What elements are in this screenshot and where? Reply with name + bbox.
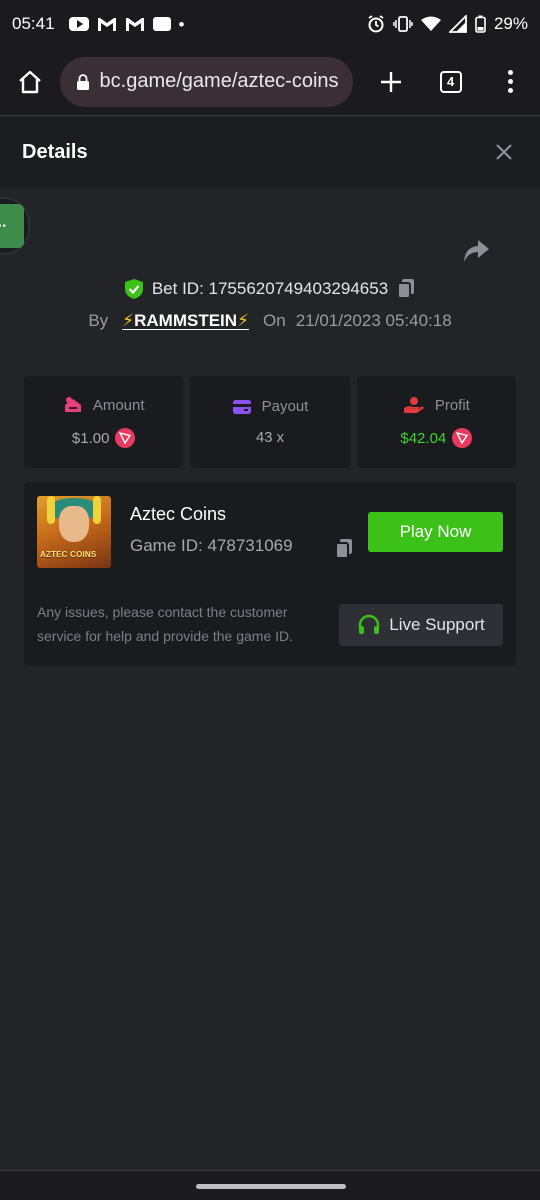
battery-percent: 29%	[493, 14, 528, 33]
gesture-handle[interactable]	[196, 1184, 346, 1189]
support-notice: Any issues, please contact the customer …	[37, 604, 294, 644]
amount-icon	[64, 397, 81, 412]
bet-id-row: Bet ID: 1755620749403294653	[0, 274, 540, 304]
new-tab-button[interactable]	[361, 48, 421, 116]
square-app-icon	[152, 17, 171, 31]
username-link[interactable]: ⚡RAMMSTEIN⚡	[122, 311, 249, 331]
tron-coin-icon	[452, 428, 473, 448]
thumbnail-label: AZTEC COINS	[40, 550, 97, 559]
stat-value: $1.00	[71, 429, 110, 447]
gmail-icon	[125, 18, 144, 31]
stat-label: Profit	[434, 396, 470, 414]
youtube-icon	[68, 17, 89, 31]
headset-icon	[359, 614, 380, 634]
bet-stats: Amount $1.00 Payout 43 x Profit $42.04	[24, 376, 516, 468]
play-now-button[interactable]: Play Now	[368, 512, 503, 552]
by-label: By	[88, 311, 109, 330]
gmail-icon	[97, 18, 116, 31]
status-time: 05:41	[12, 14, 55, 33]
profit-hand-icon	[403, 397, 424, 413]
stat-value: $42.04	[400, 429, 447, 447]
on-label: On	[263, 311, 286, 330]
close-icon	[496, 144, 512, 160]
home-button[interactable]	[0, 48, 60, 116]
bet-date: 21/01/2023 05:40:18	[295, 311, 452, 330]
dot-icon: •	[178, 14, 185, 34]
game-card: AZTEC COINS Aztec Coins Game ID: 4787310…	[24, 482, 516, 666]
system-nav-bar	[0, 1170, 540, 1200]
bet-id: Bet ID: 1755620749403294653	[151, 279, 389, 298]
stat-payout: Payout 43 x	[190, 376, 350, 468]
avatar[interactable]: ••	[0, 197, 30, 255]
stat-label: Amount	[92, 396, 145, 414]
wifi-icon	[420, 16, 441, 31]
details-header: Details	[0, 117, 540, 187]
tab-count: 4	[439, 70, 462, 93]
home-icon	[18, 70, 41, 93]
tron-coin-icon	[115, 428, 136, 448]
status-bar: 05:41 • 29%	[0, 0, 540, 48]
details-title: Details	[22, 140, 88, 163]
stat-amount: Amount $1.00	[24, 376, 184, 468]
more-vert-icon	[507, 70, 513, 93]
live-support-label: Live Support	[389, 615, 485, 634]
payout-card-icon	[232, 399, 251, 414]
game-name: Aztec Coins	[130, 504, 227, 524]
alarm-icon	[368, 15, 384, 33]
share-icon	[464, 240, 489, 262]
url-bar[interactable]: bc.game/game/aztec-coins	[59, 56, 354, 107]
signal-icon	[448, 15, 467, 33]
stat-profit: Profit $42.04	[356, 376, 516, 468]
share-button[interactable]	[462, 238, 490, 266]
game-id: Game ID: 478731069	[130, 536, 293, 555]
verified-shield-icon	[124, 279, 143, 299]
browser-toolbar: bc.game/game/aztec-coins 4	[0, 48, 540, 116]
stat-value: 43 x	[255, 429, 285, 446]
copy-icon[interactable]	[334, 538, 354, 560]
url-text: bc.game/game/aztec-coins	[99, 70, 339, 92]
copy-icon[interactable]	[396, 278, 416, 300]
battery-icon	[475, 15, 486, 33]
stat-label: Payout	[261, 398, 309, 415]
plus-icon	[381, 71, 402, 92]
vibrate-icon	[393, 16, 413, 32]
lock-icon	[76, 73, 89, 90]
bet-meta-row: By ⚡RAMMSTEIN⚡ On 21/01/2023 05:40:18	[0, 308, 540, 334]
game-thumbnail[interactable]: AZTEC COINS	[37, 496, 111, 568]
tab-switcher-button[interactable]: 4	[421, 48, 481, 116]
live-support-button[interactable]: Live Support	[339, 604, 503, 646]
browser-menu-button[interactable]	[480, 48, 540, 116]
close-button[interactable]	[490, 138, 518, 166]
